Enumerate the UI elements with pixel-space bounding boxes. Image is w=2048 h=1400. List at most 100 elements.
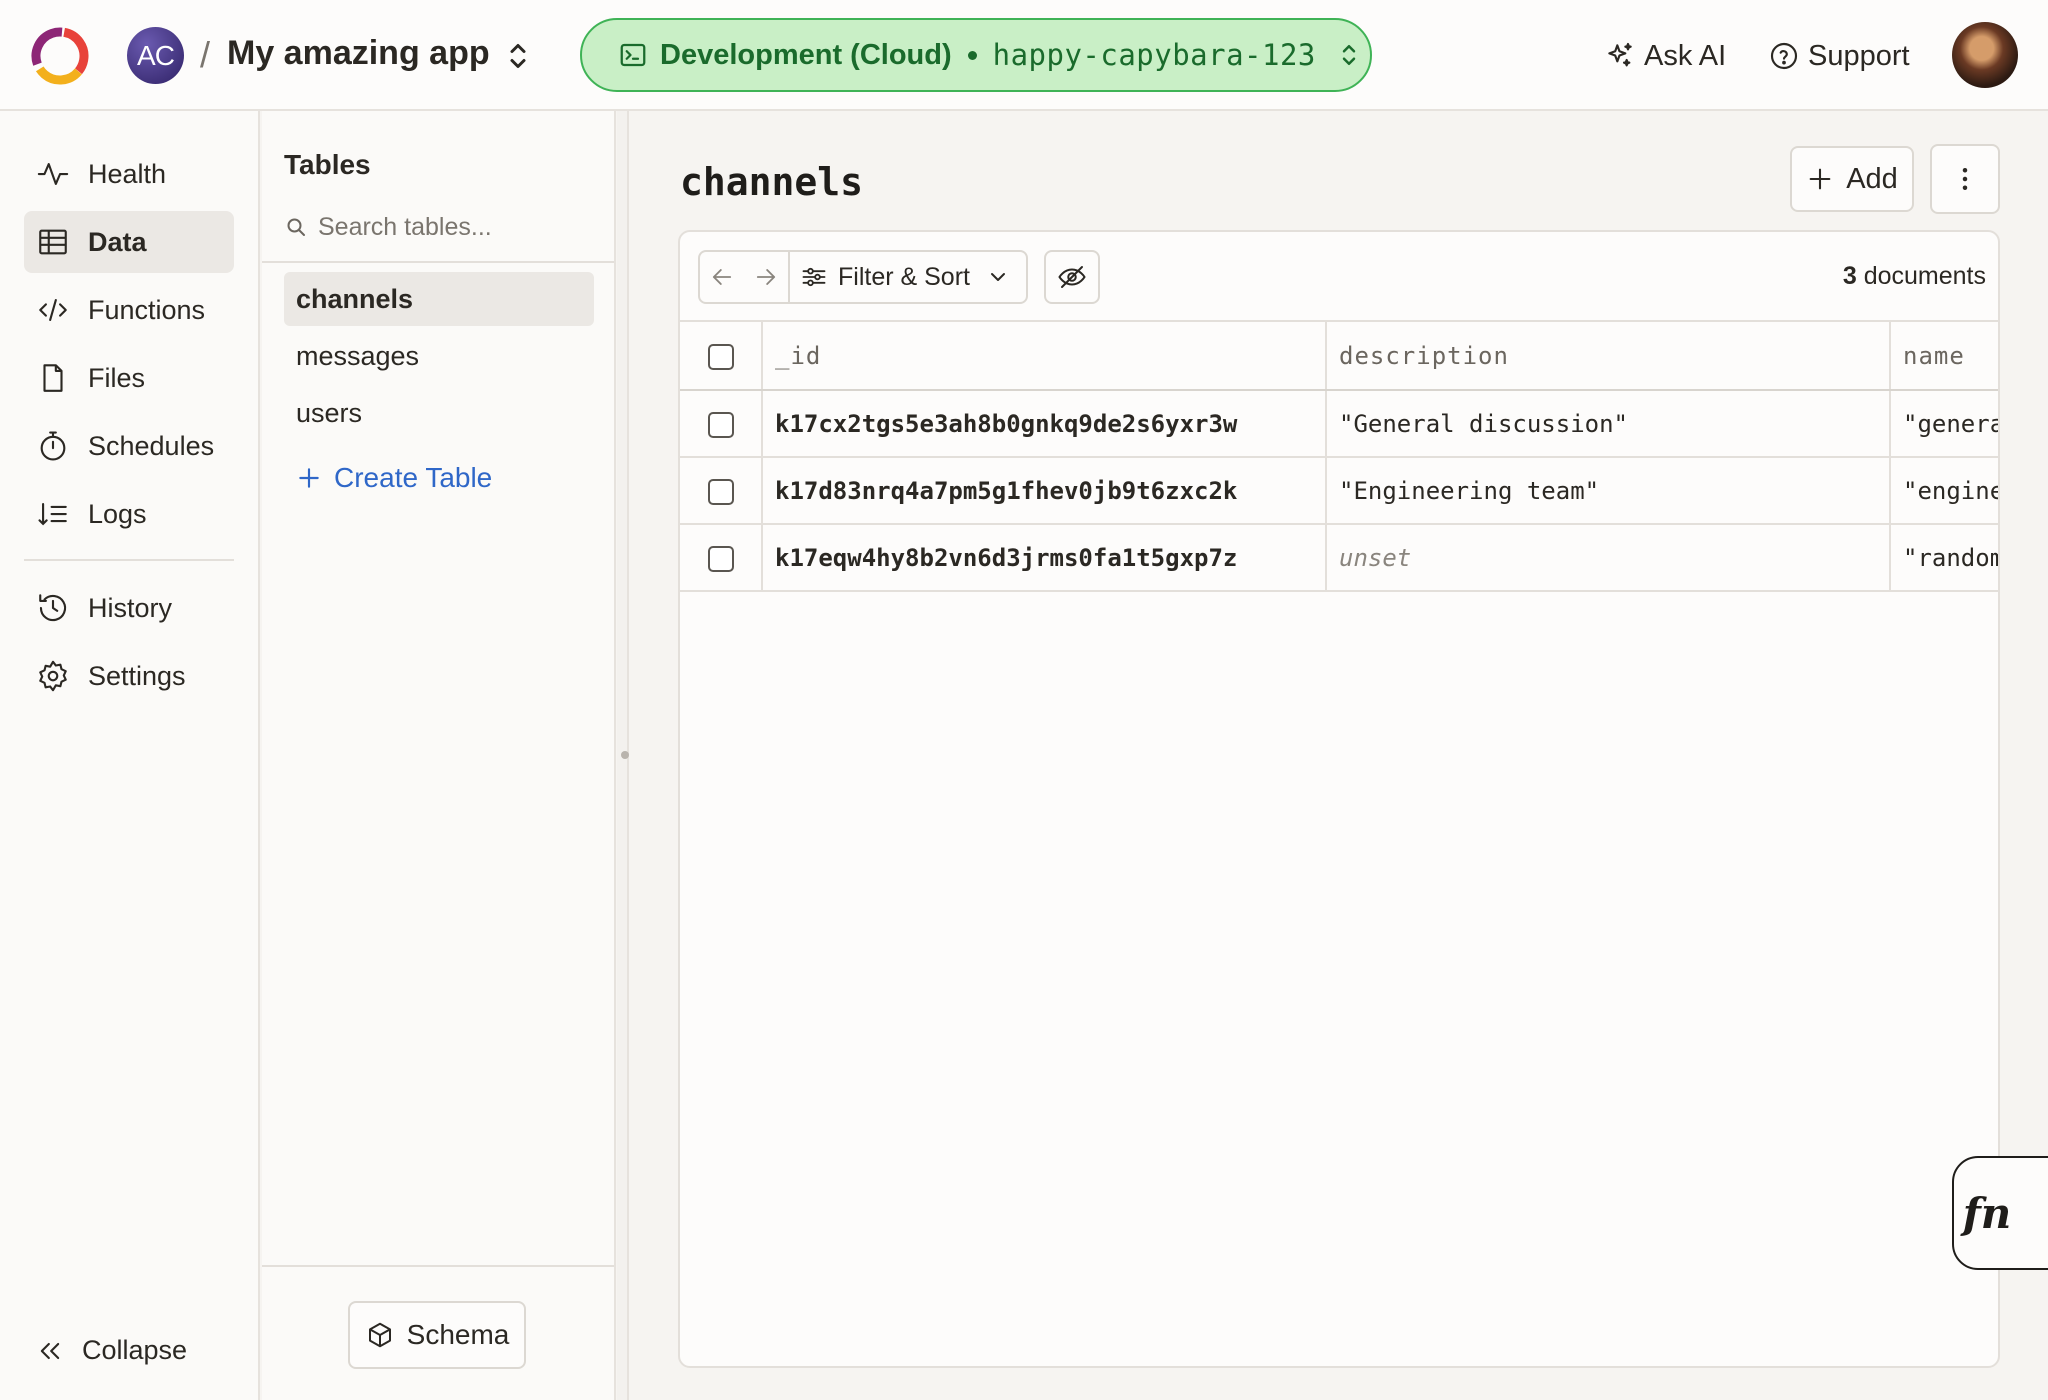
- description-cell[interactable]: unset: [1326, 524, 1891, 592]
- add-label: Add: [1846, 162, 1898, 195]
- schema-button[interactable]: Schema: [348, 1301, 526, 1369]
- search-icon: [287, 218, 305, 236]
- chevron-up-down-icon: [1342, 45, 1356, 65]
- table-item-messages[interactable]: messages: [284, 329, 594, 383]
- help-circle-icon: [1770, 42, 1798, 70]
- sliders-icon: [802, 267, 826, 287]
- breadcrumb-separator: /: [200, 34, 211, 75]
- name-cell[interactable]: "random": [1890, 524, 1998, 592]
- description-cell[interactable]: "General discussion": [1326, 390, 1891, 458]
- panel-resize-handle[interactable]: [617, 111, 629, 1400]
- nav-item-settings[interactable]: Settings: [24, 645, 234, 707]
- arrow-right-icon: [756, 269, 776, 285]
- select-all-cell: [680, 322, 763, 391]
- undo-button[interactable]: [700, 252, 744, 302]
- chevron-down-icon: [990, 273, 1005, 281]
- tables-divider: [262, 261, 614, 263]
- table-row[interactable]: k17cx2tgs5e3ah8b0gnkq9de2s6yxr3w "Genera…: [680, 390, 1998, 458]
- gear-icon: [39, 660, 67, 692]
- search-input[interactable]: [318, 212, 578, 242]
- nav-label: Functions: [88, 294, 206, 325]
- schema-label: Schema: [406, 1319, 510, 1350]
- nav-item-files[interactable]: Files: [24, 347, 234, 409]
- team-avatar[interactable]: AC: [127, 27, 184, 84]
- code-icon: [39, 299, 67, 321]
- resize-grip: [621, 751, 629, 759]
- deployment-env: Development (Cloud): [660, 38, 952, 71]
- description-cell[interactable]: "Engineering team": [1326, 457, 1891, 525]
- add-document-button[interactable]: Add: [1790, 146, 1914, 212]
- nav-label: Schedules: [88, 430, 215, 461]
- column-header-name[interactable]: name: [1890, 322, 1998, 391]
- history-icon: [39, 594, 67, 622]
- nav-item-history[interactable]: History: [24, 577, 234, 639]
- table-row[interactable]: k17d83nrq4a7pm5g1fhev0jb9t6zxc2k "Engine…: [680, 457, 1998, 525]
- row-select-cell: [680, 457, 763, 525]
- nav-label: Logs: [88, 498, 147, 529]
- row-checkbox[interactable]: [707, 478, 734, 505]
- nav-label: Data: [88, 226, 147, 257]
- plus-icon: [1809, 168, 1831, 190]
- support-button[interactable]: Support: [1768, 30, 1910, 82]
- function-runner-button[interactable]: fn: [1952, 1156, 2048, 1270]
- table-search[interactable]: [284, 207, 594, 247]
- ask-ai-label: Ask AI: [1644, 39, 1727, 72]
- nav-item-data[interactable]: Data: [24, 211, 234, 273]
- more-vertical-icon: [1962, 168, 1968, 190]
- row-checkbox[interactable]: [707, 411, 734, 438]
- document-count-suffix: documents: [1863, 262, 1986, 290]
- convex-logo-icon[interactable]: [30, 26, 90, 86]
- activity-icon: [37, 163, 69, 185]
- document-count-number: 3: [1842, 262, 1857, 290]
- table-item-users[interactable]: users: [284, 386, 594, 440]
- plus-icon: [299, 468, 319, 488]
- collapse-label: Collapse: [82, 1335, 188, 1365]
- separator-dot: [967, 50, 977, 60]
- row-checkbox[interactable]: [707, 545, 734, 572]
- name-cell[interactable]: "general": [1890, 390, 1998, 458]
- collapse-button[interactable]: Collapse: [36, 1335, 187, 1366]
- nav-label: Settings: [88, 660, 186, 691]
- ask-ai-button[interactable]: Ask AI: [1604, 30, 1726, 82]
- page-title: channels: [680, 160, 864, 204]
- nav-item-functions[interactable]: Functions: [24, 279, 234, 341]
- table-item-channels[interactable]: channels: [284, 272, 594, 326]
- create-table-label: Create Table: [334, 462, 493, 493]
- column-header-id[interactable]: _id: [762, 322, 1327, 391]
- id-cell[interactable]: k17eqw4hy8b2vn6d3jrms0fa1t5gxp7z: [762, 524, 1327, 592]
- document-count: 3 documents: [1843, 262, 1986, 291]
- user-avatar[interactable]: [1952, 22, 2018, 88]
- filter-group: Filter & Sort: [698, 250, 1028, 304]
- more-options-button[interactable]: [1930, 144, 2000, 214]
- chevron-up-down-icon[interactable]: [500, 38, 536, 74]
- id-cell[interactable]: k17d83nrq4a7pm5g1fhev0jb9t6zxc2k: [762, 457, 1327, 525]
- create-table-button[interactable]: Create Table: [296, 462, 492, 494]
- nav-item-logs[interactable]: Logs: [24, 483, 234, 545]
- left-nav: Health Data Functions Files Schedules Lo…: [0, 111, 260, 1400]
- data-table-card: Filter & Sort 3 documents _id descriptio…: [678, 230, 2000, 1368]
- documents-table: _id description name k17cx2tgs5e3ah8b0gn…: [680, 322, 1998, 592]
- redo-button[interactable]: [744, 252, 788, 302]
- name-cell[interactable]: "engineering": [1890, 457, 1998, 525]
- nav-label: Files: [88, 362, 146, 393]
- filter-sort-button[interactable]: Filter & Sort: [788, 252, 1026, 302]
- deployment-selector[interactable]: Development (Cloud) happy-capybara-123: [580, 18, 1372, 92]
- table-icon: [39, 229, 67, 255]
- column-header-description[interactable]: description: [1326, 322, 1891, 391]
- hide-columns-button[interactable]: [1044, 250, 1100, 304]
- nav-item-schedules[interactable]: Schedules: [24, 415, 234, 477]
- table-row[interactable]: k17eqw4hy8b2vn6d3jrms0fa1t5gxp7z unset "…: [680, 524, 1998, 592]
- stopwatch-icon: [40, 431, 66, 461]
- nav-label: History: [88, 592, 173, 623]
- select-all-checkbox[interactable]: [707, 343, 734, 370]
- logs-icon: [38, 503, 67, 526]
- app-name[interactable]: My amazing app: [227, 34, 490, 73]
- top-bar: AC / My amazing app Development (Cloud) …: [0, 0, 2048, 111]
- terminal-icon: [620, 43, 646, 67]
- support-label: Support: [1808, 39, 1910, 72]
- tables-panel: Tables channels messages users Create Ta…: [262, 111, 616, 1400]
- nav-item-health[interactable]: Health: [24, 143, 234, 205]
- nav-divider: [24, 559, 234, 561]
- file-icon: [43, 364, 63, 392]
- id-cell[interactable]: k17cx2tgs5e3ah8b0gnkq9de2s6yxr3w: [762, 390, 1327, 458]
